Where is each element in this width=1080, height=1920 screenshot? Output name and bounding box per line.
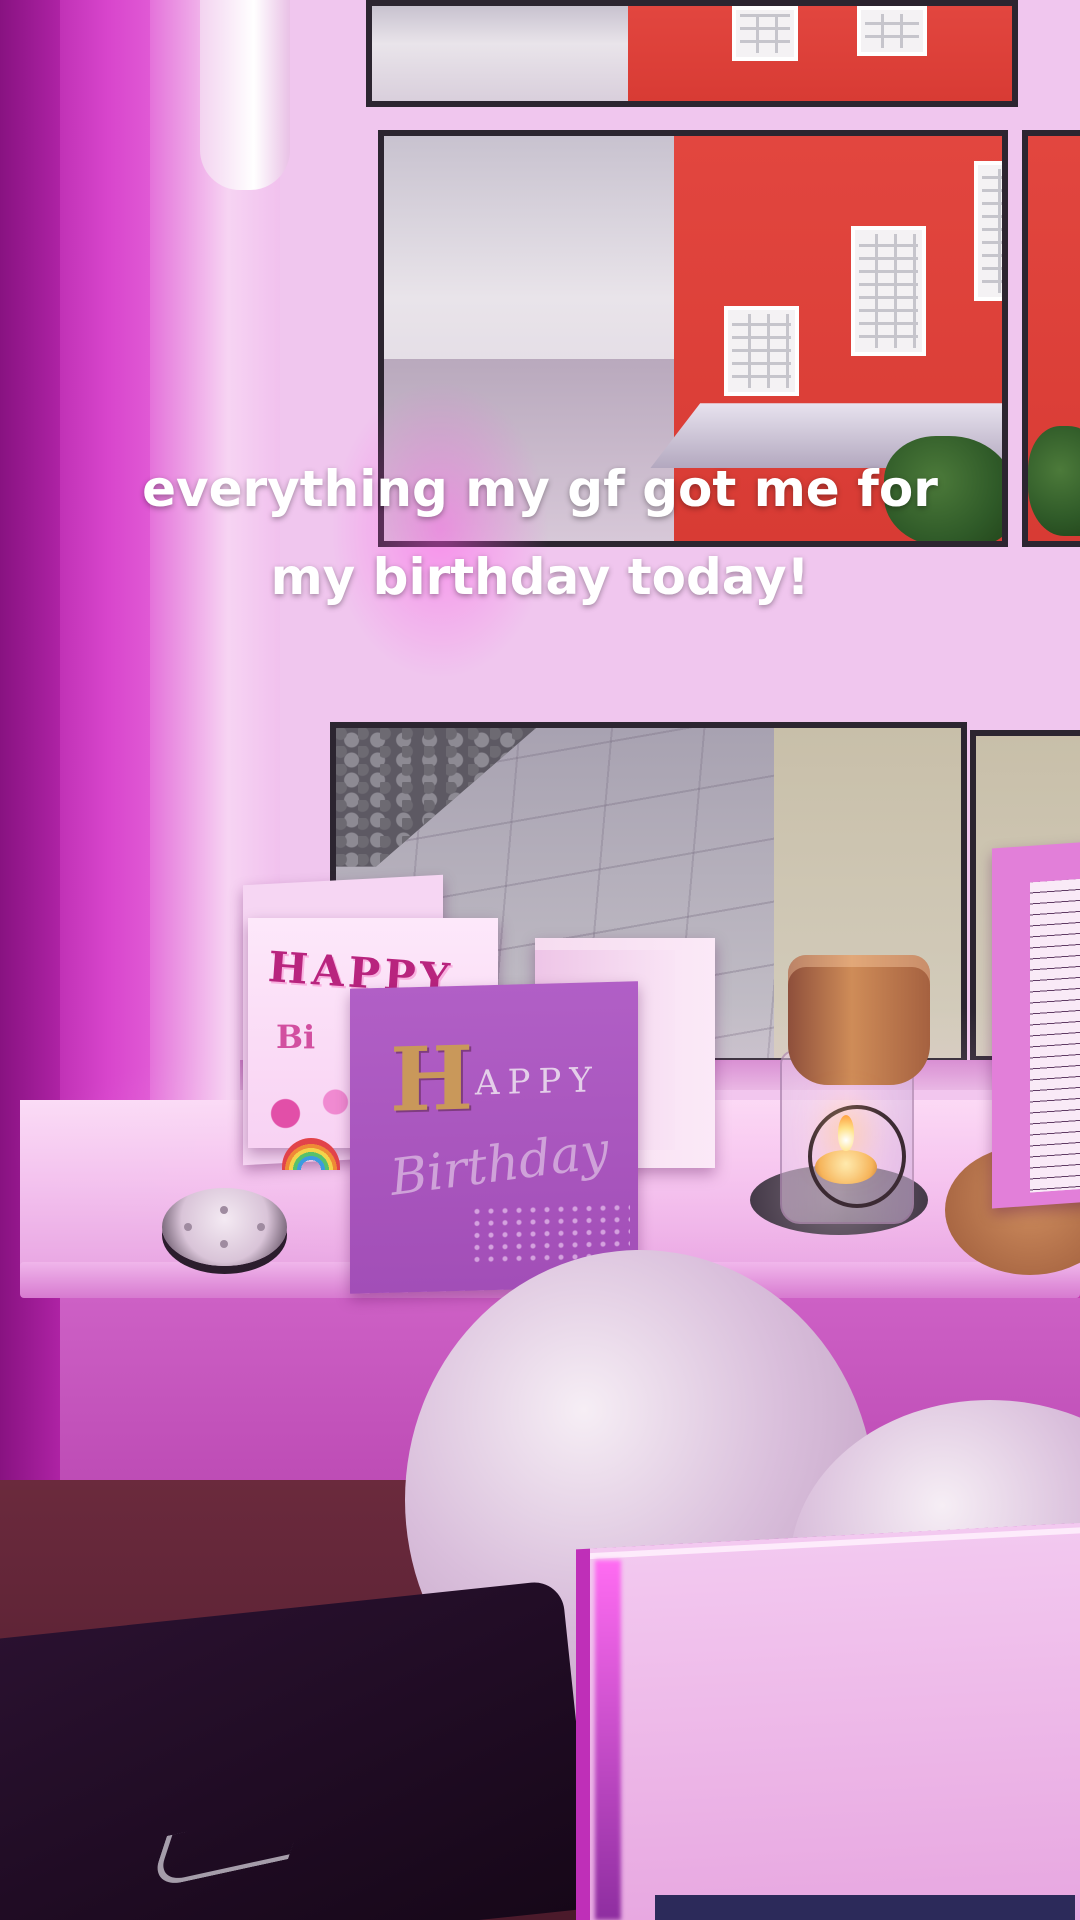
speaker-button	[220, 1240, 228, 1248]
led-light-strip	[595, 1560, 621, 1920]
wall-fixture	[200, 0, 290, 190]
white-overhang	[372, 6, 628, 101]
wax-melt-cup	[788, 955, 930, 1085]
tealight	[815, 1150, 877, 1184]
speaker-button	[257, 1223, 265, 1231]
speaker-button	[184, 1223, 192, 1231]
left-wall-shadow	[0, 0, 60, 1620]
building-window	[857, 6, 927, 56]
caption-line-1: everything my gf got me for	[142, 460, 938, 518]
candle-flame	[838, 1115, 854, 1151]
sheet-music-art	[1030, 877, 1080, 1193]
smart-speaker	[162, 1188, 287, 1266]
caption-line-2: my birthday today!	[270, 548, 810, 606]
card-purple-title: APPY	[475, 1060, 600, 1104]
building-window	[974, 161, 1002, 301]
card-purple-script: Birthday	[387, 1120, 612, 1207]
building-window	[732, 6, 798, 61]
gift-box	[590, 1521, 1080, 1920]
greeting-card-purple: H APPY Birthday	[350, 981, 638, 1294]
gift-box-base	[655, 1895, 1075, 1920]
black-clothing	[0, 1579, 596, 1920]
card-colorful-subtitle: Bi	[276, 1018, 316, 1056]
card-purple-initial: H	[390, 1025, 474, 1132]
window-pane-top	[366, 0, 1018, 107]
photo-scene: HAPPY Bi H APPY Birthday everything my g…	[0, 0, 1080, 1920]
video-caption: everything my gf got me for my birthday …	[0, 445, 1080, 621]
building-window	[724, 306, 799, 396]
building-window	[851, 226, 926, 356]
speaker-button	[220, 1206, 228, 1214]
